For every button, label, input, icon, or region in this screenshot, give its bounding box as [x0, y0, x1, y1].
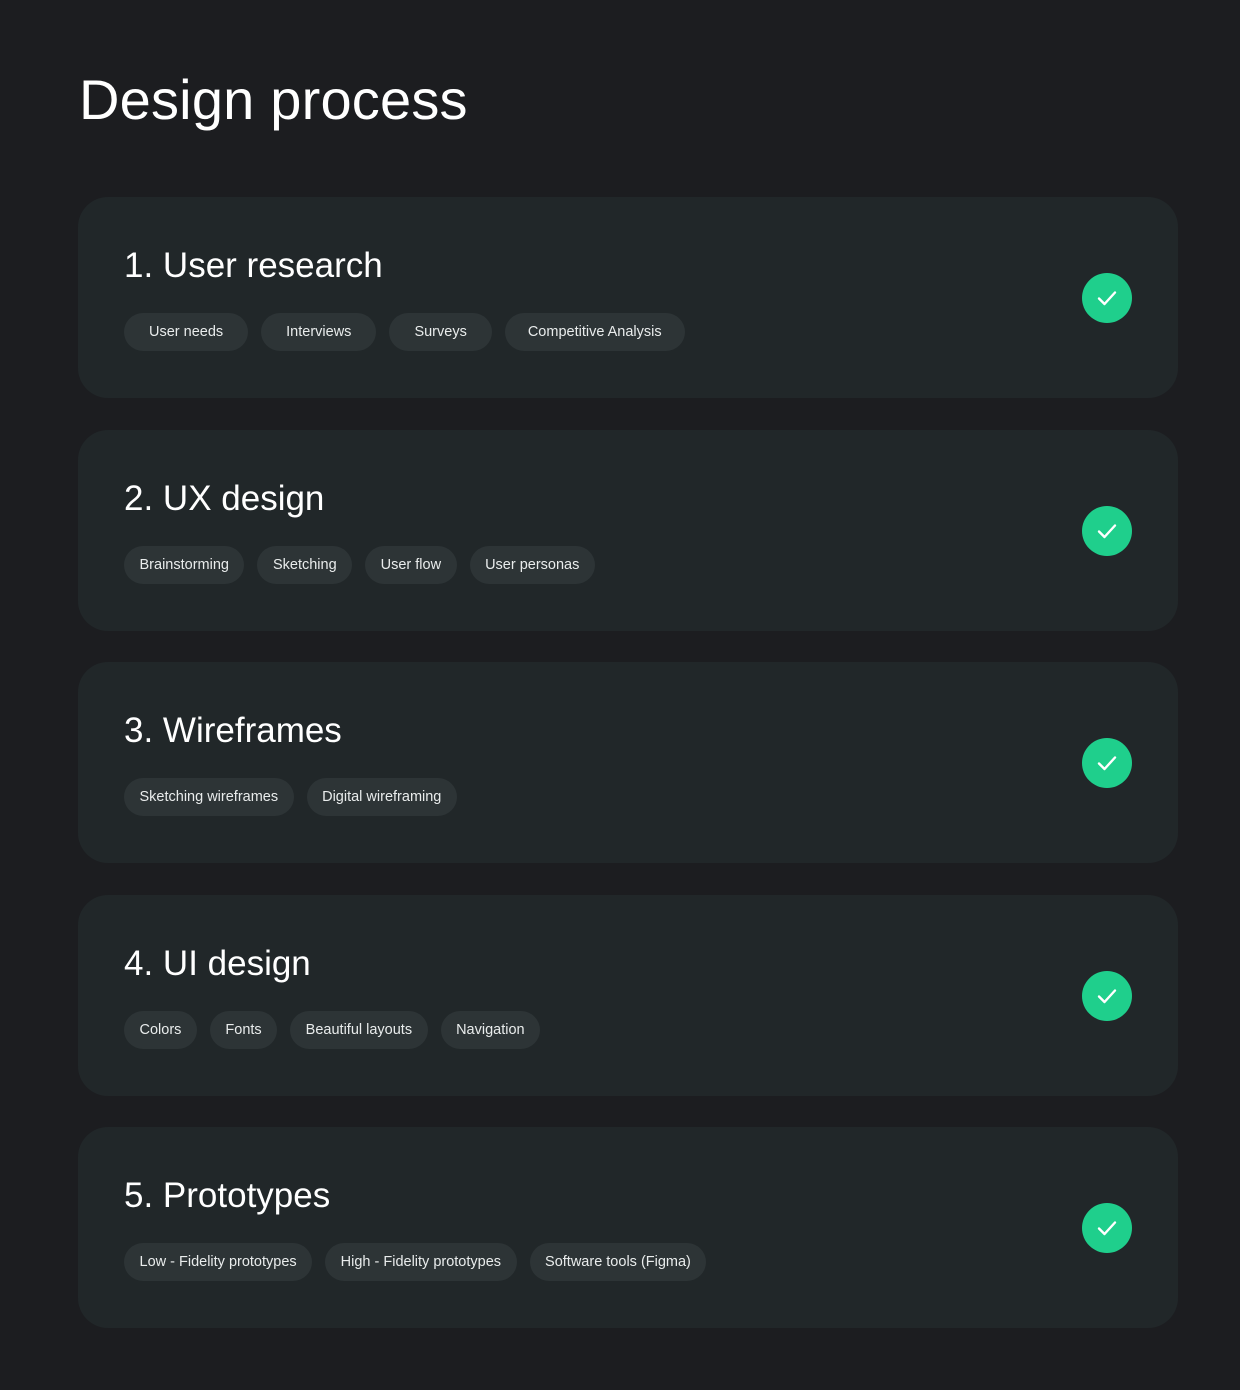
tag: Competitive Analysis — [504, 313, 685, 351]
step-complete-badge — [1082, 505, 1132, 556]
step-title: 4. UI design — [124, 943, 311, 983]
tag-list: User needs Interviews Surveys Competitiv… — [124, 313, 685, 351]
check-icon — [1097, 291, 1117, 306]
tag-list: Brainstorming Sketching User flow User p… — [124, 545, 595, 584]
tag: Digital wireframing — [306, 778, 457, 816]
tag-list: Low - Fidelity prototypes High - Fidelit… — [124, 1243, 707, 1281]
tag: Surveys — [389, 313, 492, 351]
step-title: 5. Prototypes — [124, 1176, 331, 1215]
tag: User flow — [365, 545, 457, 584]
step-title: 3. Wireframes — [124, 711, 342, 750]
tag: High - Fidelity prototypes — [325, 1243, 517, 1281]
tag: Fonts — [209, 1010, 278, 1049]
tag: Beautiful layouts — [290, 1010, 428, 1049]
tag: Colors — [124, 1010, 197, 1049]
steps-list: 1. User research User needs Interviews S… — [78, 197, 1178, 1360]
step-title: 2. UX design — [124, 478, 325, 518]
step-card-ux-design: 2. UX design Brainstorming Sketching Use… — [78, 429, 1178, 631]
check-icon — [1097, 1221, 1117, 1236]
step-card-user-research: 1. User research User needs Interviews S… — [78, 197, 1178, 398]
tag: Sketching — [257, 545, 353, 584]
tag-list: Sketching wireframes Digital wireframing — [124, 778, 457, 816]
page: Design process 1. User research User nee… — [0, 0, 1240, 1390]
tag-list: Colors Fonts Beautiful layouts Navigatio… — [124, 1010, 541, 1049]
tag: Brainstorming — [124, 545, 245, 584]
check-icon — [1097, 988, 1117, 1003]
tag: User personas — [469, 545, 595, 584]
tag: Low - Fidelity prototypes — [124, 1243, 313, 1281]
step-card-prototypes: 5. Prototypes Low - Fidelity prototypes … — [78, 1127, 1178, 1328]
tag: Sketching wireframes — [124, 778, 294, 816]
step-card-ui-design: 4. UI design Colors Fonts Beautiful layo… — [78, 894, 1178, 1096]
step-title: 1. User research — [124, 246, 383, 285]
tag: User needs — [124, 313, 249, 351]
tag: Software tools (Figma) — [529, 1243, 707, 1281]
step-card-wireframes: 3. Wireframes Sketching wireframes Digit… — [78, 662, 1178, 863]
tag: Interviews — [261, 313, 377, 351]
tag: Navigation — [440, 1010, 541, 1049]
step-complete-badge — [1082, 970, 1132, 1021]
check-icon — [1097, 756, 1117, 771]
step-complete-badge — [1082, 1203, 1132, 1253]
step-complete-badge — [1082, 738, 1132, 788]
step-complete-badge — [1082, 273, 1132, 323]
check-icon — [1097, 523, 1117, 538]
page-title: Design process — [79, 68, 468, 131]
